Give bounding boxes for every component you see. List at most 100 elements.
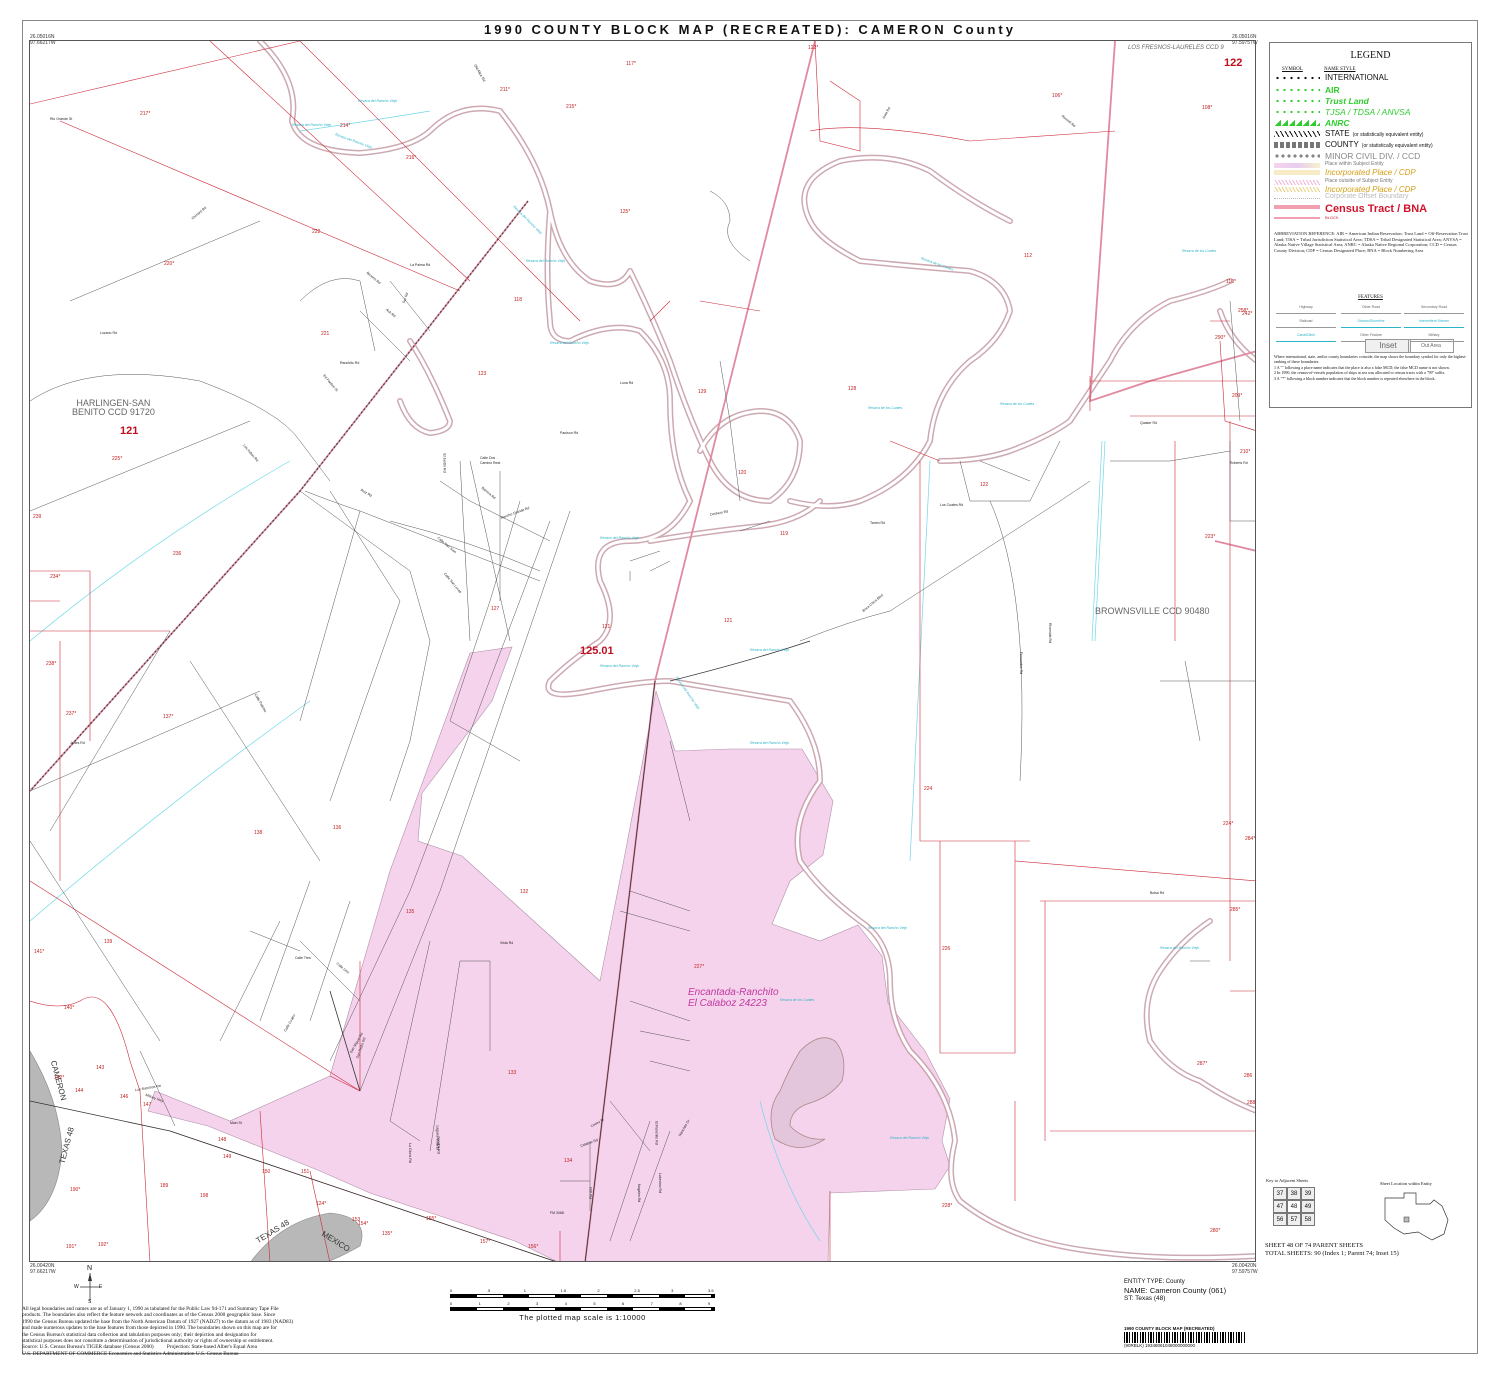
block-number: 226 — [942, 946, 951, 952]
road-name: Fernandez Rd — [1019, 651, 1024, 675]
legend-symbol-icon — [1274, 205, 1320, 209]
legend-label: Incorporated Place / CDP — [1325, 168, 1416, 177]
road-name: Roberts Rd — [1230, 461, 1248, 465]
road-name: Calle Tres — [295, 956, 311, 960]
scale-tick-label: 0 — [450, 1301, 453, 1306]
legend-label: Trust Land — [1325, 96, 1369, 106]
block-number: 284* — [1245, 836, 1256, 842]
block-number: 211* — [500, 87, 510, 93]
road-name: El Ranchito Rd — [654, 1121, 659, 1145]
legend-label: STATE (or statistically equivalent entity… — [1325, 129, 1424, 138]
block-number: 133 — [508, 1070, 517, 1076]
block-number: 121 — [602, 624, 611, 630]
block-number: 112 — [1024, 253, 1032, 259]
adjacent-sheet-cell[interactable]: 38 — [1287, 1187, 1301, 1200]
adjacent-sheet-cell[interactable]: 39 — [1301, 1187, 1315, 1200]
scale-mi-bar — [450, 1294, 715, 1298]
adjacent-sheet-cell[interactable]: 37 — [1273, 1187, 1287, 1200]
legend-label: TJSA / TDSA / ANVSA — [1325, 107, 1411, 117]
block-number: 191* — [66, 1244, 77, 1250]
entity-type: ENTITY TYPE: County — [1124, 1279, 1185, 1285]
feature-line — [1276, 313, 1336, 314]
block-number: 117* — [626, 61, 636, 67]
block-number: 150 — [262, 1169, 271, 1175]
scale-tick-label: .5 — [486, 1288, 491, 1293]
compass-n: N — [87, 1265, 93, 1272]
map-drawing — [30, 41, 1255, 1261]
water-name: Resaca del Rancho Viejo — [550, 341, 590, 345]
block-number: 132 — [520, 889, 529, 895]
road-name: FM 3068 — [550, 1211, 564, 1215]
adjacent-sheet-cell[interactable]: 58 — [1301, 1213, 1315, 1226]
legend-label: INTERNATIONAL — [1325, 73, 1389, 82]
water-name: Resaca del Rancho Viejo — [292, 123, 332, 127]
block-number: 155* — [426, 1216, 437, 1222]
feature-label: Other Feature — [1360, 333, 1382, 337]
block-number: 225* — [112, 456, 123, 462]
map-canvas[interactable]: 121 125.01 122 HARLINGEN-SAN BENITO CCD … — [29, 40, 1256, 1262]
block-number: 192* — [98, 1242, 109, 1248]
water-name: Resaca del Rancho Viejo — [890, 1136, 930, 1140]
legend-name-style-header: NAME STYLE — [1324, 67, 1356, 72]
block-number: 286 — [1244, 1073, 1253, 1079]
feature-label: Railroad — [1299, 319, 1313, 323]
legend-notes: Where international, state, and/or count… — [1274, 354, 1470, 383]
block-number: 221 — [321, 331, 330, 337]
adjacent-sheet-cell[interactable]: 49 — [1301, 1200, 1315, 1213]
legend-row: TJSA / TDSA / ANVSA — [1274, 107, 1470, 118]
water-name: Resaca del Rancho Viejo — [1160, 946, 1200, 950]
block-number: 148 — [218, 1137, 227, 1143]
legend-row: Trust Land — [1274, 96, 1470, 107]
scale-tick-label: 3 — [536, 1301, 539, 1306]
scale-text: The plotted map scale is 1:10000 — [519, 1313, 646, 1322]
sheet-location-map — [1384, 1192, 1449, 1241]
feature-sample: Secondary Road — [1404, 305, 1464, 314]
block-number: 215* — [566, 104, 577, 110]
block-number: 118 — [514, 297, 522, 303]
road-name: Lozano Rd — [100, 331, 117, 335]
corner-lon: 97.59757W — [1232, 1269, 1258, 1275]
legend-symbol-icon — [1274, 217, 1320, 219]
legend-label: COUNTY (or statistically equivalent entit… — [1325, 140, 1433, 149]
block-number: 120 — [738, 470, 747, 476]
tract-label: 121 — [120, 425, 139, 437]
block-number: 154* — [358, 1221, 369, 1227]
feature-line — [1341, 327, 1401, 328]
block-number: 110* — [1226, 279, 1236, 285]
legend-symbol-icon — [1274, 153, 1320, 159]
block-number: 198 — [200, 1193, 209, 1199]
legend-label: Census Tract / BNA — [1325, 203, 1428, 215]
block-number: 128 — [848, 386, 857, 392]
block-number: 125* — [620, 209, 631, 215]
current-sheet-cell[interactable]: 48 — [1287, 1200, 1301, 1213]
road-name: Jones Rd — [70, 741, 85, 745]
block-number: 288* — [1247, 1100, 1256, 1106]
road-name: Lakeview Rd — [658, 1172, 663, 1194]
block-number: 122 — [980, 482, 989, 488]
block-number: 129 — [698, 389, 707, 395]
water-name: Resaca del Rancho Viejo — [526, 259, 566, 263]
block-number: 217* — [140, 111, 151, 117]
block-number: 135* — [382, 1231, 393, 1237]
block-number: 224* — [1223, 821, 1234, 827]
barcode-title: 1990 COUNTY BLOCK MAP (RECREATED) — [1124, 1326, 1215, 1331]
legend-row: COUNTY (or statistically equivalent entit… — [1274, 140, 1470, 151]
compass-w: W — [74, 1284, 79, 1290]
block-number: 220* — [164, 261, 175, 267]
scale-km-bar — [450, 1307, 715, 1311]
adjacent-sheet-cell[interactable]: 56 — [1273, 1213, 1287, 1226]
road-name: Camino Real — [480, 461, 501, 465]
block-number: 140* — [64, 1005, 75, 1011]
block-number: 149 — [223, 1154, 232, 1160]
adjacent-sheet-cell[interactable]: 57 — [1287, 1213, 1301, 1226]
block-number: 156* — [528, 1244, 539, 1250]
block-number: 143 — [96, 1065, 105, 1071]
block-number: 190* — [70, 1187, 81, 1193]
block-number: 236 — [173, 551, 182, 557]
adjacent-sheet-cell[interactable]: 47 — [1273, 1200, 1287, 1213]
legend-label: MINOR CIVIL DIV. / CCD — [1325, 151, 1421, 161]
scale-tick-label: 2 — [597, 1288, 600, 1293]
block-number: 146 — [120, 1094, 129, 1100]
road-name: Laguna Vista Dr — [435, 1125, 440, 1151]
legend-note-line: Where international, state, and/or count… — [1274, 354, 1467, 364]
